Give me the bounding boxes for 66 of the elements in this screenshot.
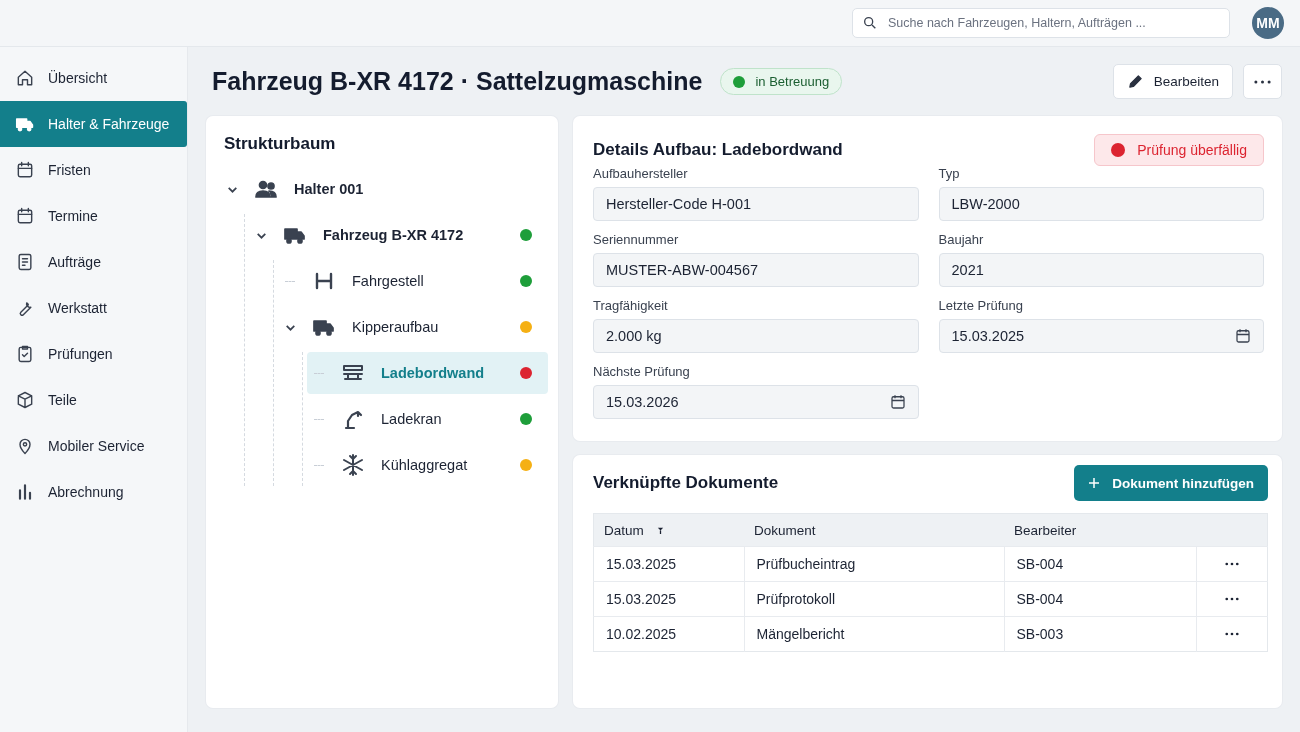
sidebar-item[interactable]: Prüfungen xyxy=(0,331,187,377)
input-field[interactable]: 2021 xyxy=(938,253,1264,287)
sidebar-item[interactable]: Werkstatt xyxy=(0,285,187,331)
calendar-icon[interactable] xyxy=(1234,327,1252,345)
alert-label: Prüfung überfällig xyxy=(1137,142,1247,158)
table-cell: SB-004 xyxy=(1004,581,1197,617)
clipboard-check-icon xyxy=(15,344,35,364)
sidebar-item[interactable]: Termine xyxy=(0,193,187,239)
table-cell: Mängelbericht xyxy=(744,616,1004,652)
user-avatar[interactable]: MM xyxy=(1252,7,1284,39)
input-field[interactable]: 2.000 kg xyxy=(593,319,919,353)
input-field[interactable]: Hersteller-Code H-001 xyxy=(593,187,919,221)
column-header[interactable]: Dokument xyxy=(744,513,1004,547)
column-header[interactable]: Bearbeiter xyxy=(1004,513,1197,547)
table-cell: 15.03.2025 xyxy=(593,581,744,617)
panel-title: Details Aufbau: Ladebordwand xyxy=(593,140,843,160)
tree-item[interactable]: Kipperaufbau xyxy=(278,306,548,348)
calendar-icon xyxy=(15,206,35,226)
tree-item[interactable]: Ladebordwand xyxy=(307,352,548,394)
sidebar-item[interactable]: Halter & Fahrzeuge xyxy=(0,101,187,147)
table-cell: SB-004 xyxy=(1004,546,1197,582)
field-label: Baujahr xyxy=(938,232,985,247)
table-cell: Prüfbucheintrag xyxy=(744,546,1004,582)
box-icon xyxy=(15,390,35,410)
more-icon xyxy=(1254,79,1271,84)
sidebar-item[interactable]: Mobiler Service xyxy=(0,423,187,469)
table-cell: 10.02.2025 xyxy=(593,616,744,652)
field-label: Nächste Prüfung xyxy=(593,364,691,379)
page-title: Fahrzeug B-XR 4172 · Sattelzugmaschine xyxy=(212,67,703,96)
calendar-icon xyxy=(15,160,35,180)
date-field[interactable]: 15.03.2025 xyxy=(938,319,1264,353)
tree-item[interactable]: Fahrzeug B-XR 4172 xyxy=(249,214,548,256)
home-icon xyxy=(15,68,35,88)
date-field[interactable]: 15.03.2026 xyxy=(593,385,919,419)
tree-item[interactable]: Halter 001 xyxy=(220,168,548,210)
table-cell: 15.03.2025 xyxy=(593,546,744,582)
sidebar-item[interactable]: Abrechnung xyxy=(0,469,187,515)
table-cell: SB-003 xyxy=(1004,616,1197,652)
snowflake-icon xyxy=(341,453,365,477)
tree-item[interactable]: Ladekran xyxy=(307,398,548,440)
search-icon xyxy=(862,15,878,31)
field-label: Aufbauhersteller xyxy=(593,166,689,181)
input-field[interactable]: LBW-2000 xyxy=(938,187,1264,221)
document-icon xyxy=(15,252,35,272)
plus-icon xyxy=(1088,477,1101,489)
panel-title: Verknüpfte Dokumente xyxy=(593,473,779,493)
panel-title: Strukturbaum xyxy=(224,134,337,154)
sidebar-item[interactable]: Übersicht xyxy=(0,55,187,101)
field-label: Seriennummer xyxy=(593,232,680,247)
column-header[interactable]: Datum xyxy=(593,513,744,547)
sidebar-item[interactable]: Aufträge xyxy=(0,239,187,285)
pencil-icon xyxy=(1126,73,1144,90)
input-field[interactable]: MUSTER-ABW-004567 xyxy=(593,253,919,287)
add-document-button[interactable]: Dokument hinzufügen xyxy=(1074,465,1268,501)
field-label: Tragfähigkeit xyxy=(593,298,669,313)
sidebar-item[interactable]: Fristen xyxy=(0,147,187,193)
calendar-icon[interactable] xyxy=(888,393,907,411)
sidebar-item[interactable]: Teile xyxy=(0,377,187,423)
field-label: Typ xyxy=(938,166,961,181)
status-label: in Betreuung xyxy=(755,74,830,89)
edit-button[interactable]: Bearbeiten xyxy=(1112,64,1233,99)
field-label: Letzte Prüfung xyxy=(938,298,1025,313)
tree-item[interactable]: Kühlaggregat xyxy=(307,444,548,486)
table-cell: Prüfprotokoll xyxy=(744,581,1004,617)
search-field[interactable]: Suche nach Fahrzeugen, Haltern, Aufträgen ... xyxy=(852,8,1230,38)
tree-item[interactable]: Fahrgestell xyxy=(278,260,548,302)
